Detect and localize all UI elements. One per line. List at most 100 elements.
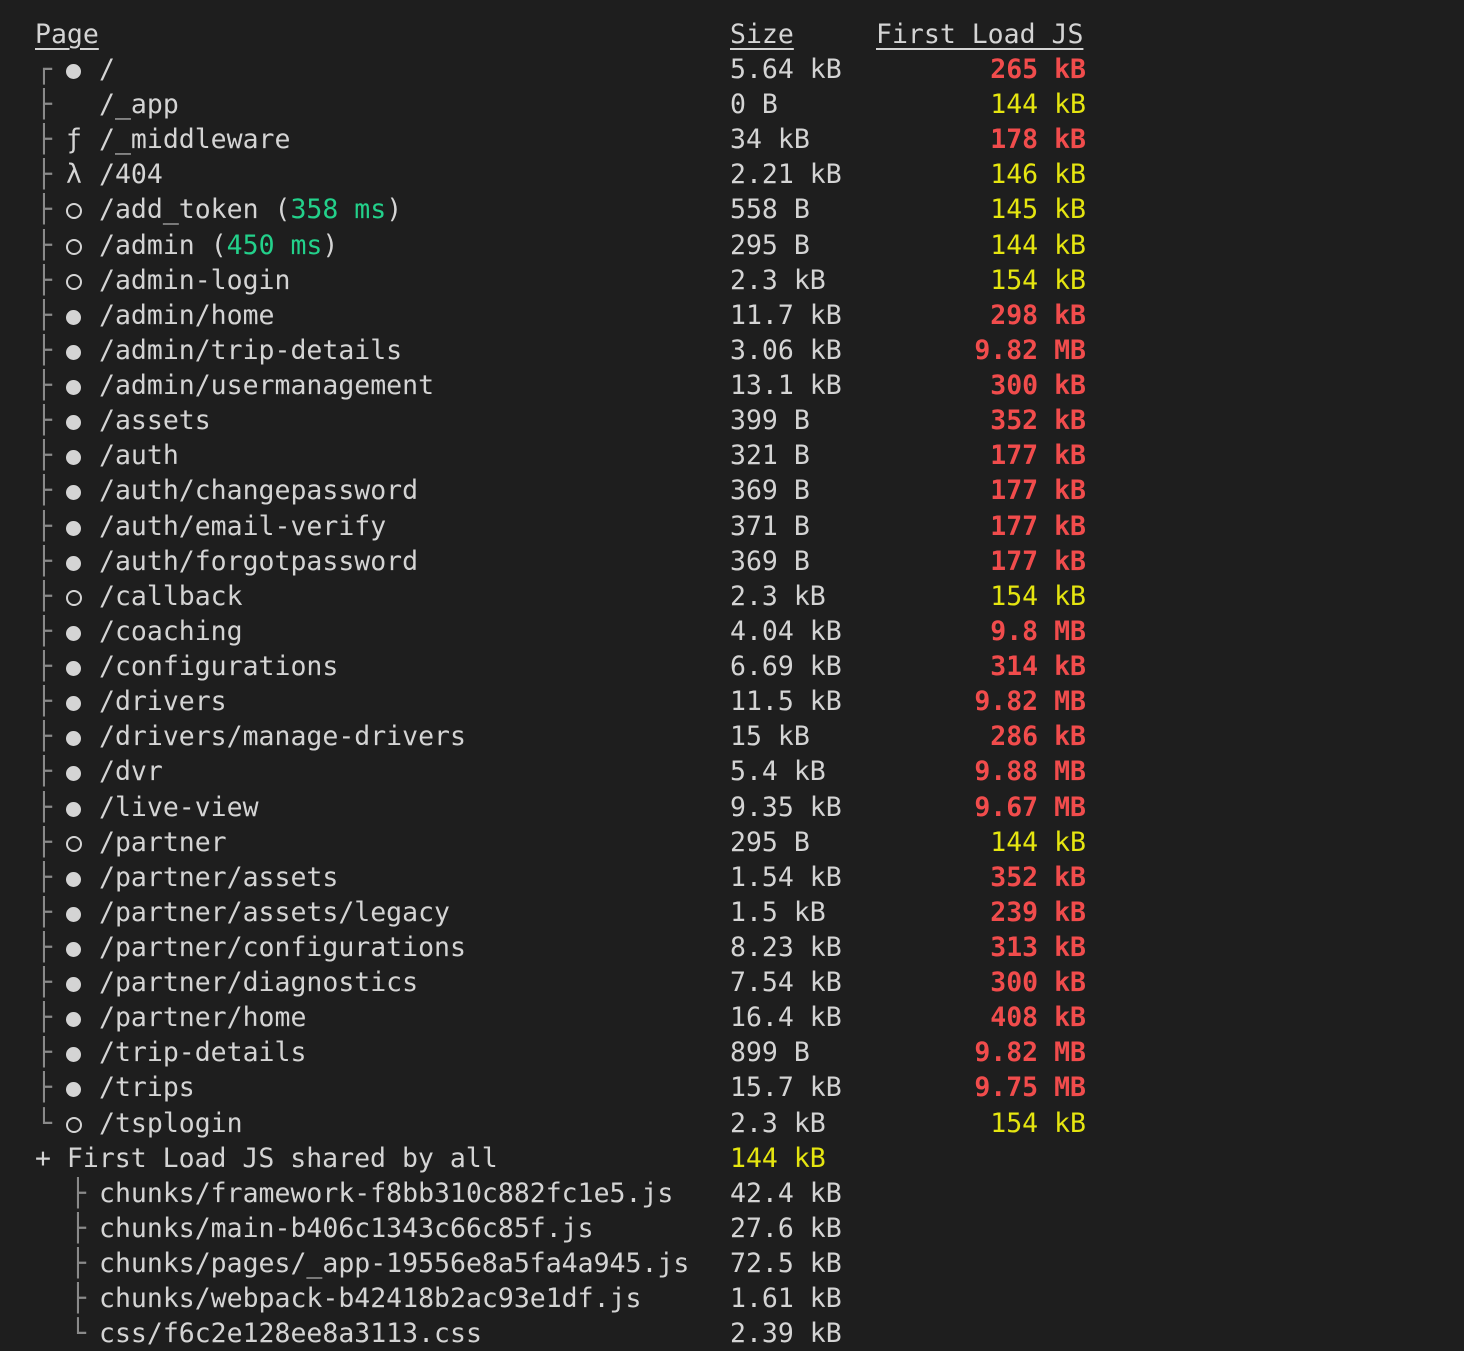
- route-path-text: /partner/home: [99, 1002, 307, 1034]
- route-path-text: /admin/home: [99, 299, 275, 331]
- static-circle-icon: [66, 238, 82, 255]
- route-path-text: /_middleware: [99, 124, 291, 156]
- route-size: 11.5 kB: [730, 686, 842, 718]
- static-circle-icon: [66, 1116, 82, 1133]
- tree-connector: ├: [36, 651, 52, 683]
- route-first-load: 352 kB: [990, 861, 1086, 893]
- first-load-column-header: First Load JS: [876, 19, 1084, 50]
- route-type-icon: ƒ: [66, 122, 92, 157]
- route-row: ├ /auth 321 B 177 kB: [0, 438, 1464, 473]
- static-circle-icon: [66, 273, 82, 290]
- route-row: ├ ƒ /_middleware 34 kB 178 kB: [0, 122, 1464, 157]
- tree-connector: ├: [36, 370, 52, 402]
- route-row: ├ /admin/usermanagement 13.1 kB 300 kB: [0, 368, 1464, 403]
- route-size: 11.7 kB: [730, 299, 842, 331]
- route-path: /partner/diagnostics: [99, 965, 418, 1000]
- tree-connector: ├: [36, 545, 52, 577]
- route-row: ├ /add_token (358 ms) 558 B 145 kB: [0, 192, 1464, 227]
- route-path: /admin-login: [99, 263, 290, 298]
- ssg-dot-icon: [66, 1082, 81, 1098]
- route-path-text: /partner/diagnostics: [99, 967, 419, 999]
- route-type-icon: [66, 1035, 92, 1070]
- route-path: /partner: [99, 825, 227, 860]
- route-first-load: 9.8 MB: [990, 615, 1086, 647]
- ssg-dot-icon: [66, 661, 81, 677]
- ssg-dot-icon: [66, 520, 81, 536]
- route-row: ├ /partner/configurations 8.23 kB 313 kB: [0, 930, 1464, 965]
- route-type-icon: [66, 263, 92, 298]
- route-type-icon: [66, 1070, 92, 1105]
- ssg-dot-icon: [66, 64, 81, 79]
- route-path-text: /partner/assets/legacy: [99, 896, 450, 928]
- ssg-dot-icon: [66, 415, 81, 431]
- chunk-tree-connector: ├: [70, 1248, 86, 1280]
- chunk-name: chunks/pages/_app-19556e8a5fa4a945.js: [99, 1248, 690, 1280]
- route-first-load: 9.88 MB: [974, 756, 1086, 788]
- route-size: 321 B: [730, 440, 810, 472]
- route-type-icon: [66, 87, 92, 122]
- route-row: ├ /admin/home 11.7 kB 298 kB: [0, 298, 1464, 333]
- tree-connector: ├: [36, 791, 52, 823]
- tree-connector: ├: [36, 229, 52, 261]
- route-path: /partner/assets: [99, 860, 338, 895]
- chunk-tree-connector: └: [70, 1318, 86, 1350]
- tree-connector: ├: [36, 440, 52, 472]
- size-column-header: Size: [730, 19, 794, 50]
- route-size: 369 B: [730, 545, 810, 577]
- route-path: /partner/configurations: [99, 930, 466, 965]
- route-row: ├ /callback 2.3 kB 154 kB: [0, 579, 1464, 614]
- route-first-load: 9.82 MB: [974, 686, 1086, 718]
- route-path-text: /drivers/manage-drivers: [99, 721, 466, 753]
- tree-connector: ├: [36, 580, 52, 612]
- route-size: 295 B: [730, 826, 810, 858]
- tree-connector: ├: [36, 124, 52, 156]
- route-path-text: /partner/configurations: [99, 932, 466, 963]
- route-path-text: /coaching: [99, 615, 243, 647]
- route-type-icon: [66, 473, 92, 508]
- chunk-tree-connector: ├: [70, 1283, 86, 1315]
- route-first-load: 178 kB: [990, 124, 1086, 156]
- chunk-size: 2.39 kB: [730, 1318, 842, 1350]
- route-timing: 450 ms: [226, 229, 323, 261]
- route-type-icon: [66, 368, 92, 403]
- route-row: ├ /partner/diagnostics 7.54 kB 300 kB: [0, 965, 1464, 1000]
- route-type-icon: [66, 895, 92, 930]
- route-type-icon: [66, 333, 92, 368]
- route-path-text: /assets: [99, 405, 211, 437]
- chunk-row: └ css/f6c2e128ee8a3113.css 2.39 kB: [0, 1316, 1464, 1351]
- route-size: 2.3 kB: [730, 580, 826, 612]
- route-type-icon: [66, 192, 92, 227]
- tree-connector: ├: [36, 1002, 52, 1034]
- route-path: /partner/assets/legacy: [99, 895, 450, 930]
- route-row: ├ /auth/changepassword 369 B 177 kB: [0, 473, 1464, 508]
- route-size: 1.54 kB: [730, 861, 842, 893]
- route-type-icon: [66, 825, 92, 860]
- route-size: 399 B: [730, 405, 810, 437]
- route-type-icon: [66, 52, 92, 87]
- route-type-icon: [66, 649, 92, 684]
- route-row: ├ /drivers 11.5 kB 9.82 MB: [0, 684, 1464, 719]
- route-path-text: /live-view: [99, 791, 259, 823]
- route-first-load: 300 kB: [990, 370, 1086, 402]
- tree-connector: ├: [36, 194, 52, 226]
- route-first-load: 300 kB: [990, 967, 1086, 999]
- route-path: /: [99, 52, 115, 87]
- route-row: ├ /partner 295 B 144 kB: [0, 825, 1464, 860]
- route-first-load: 144 kB: [990, 89, 1086, 121]
- route-path: /callback: [99, 579, 243, 614]
- route-first-load: 9.75 MB: [974, 1072, 1086, 1104]
- route-size: 13.1 kB: [730, 370, 842, 402]
- ssg-dot-icon: [66, 906, 81, 922]
- route-type-icon: [66, 509, 92, 544]
- route-first-load: 313 kB: [990, 932, 1086, 963]
- route-type-icon: [66, 228, 92, 263]
- route-size: 6.69 kB: [730, 651, 842, 683]
- route-path: /admin (450 ms): [99, 228, 338, 263]
- tree-connector: ├: [36, 510, 52, 542]
- route-type-icon: [66, 1000, 92, 1035]
- chunk-row: ├ chunks/main-b406c1343c66c85f.js 27.6 kB: [0, 1211, 1464, 1246]
- shared-summary-row: + First Load JS shared by all 144 kB: [0, 1141, 1464, 1176]
- route-first-load: 9.82 MB: [974, 334, 1086, 366]
- route-path: /coaching: [99, 614, 243, 649]
- route-type-icon: [66, 403, 92, 438]
